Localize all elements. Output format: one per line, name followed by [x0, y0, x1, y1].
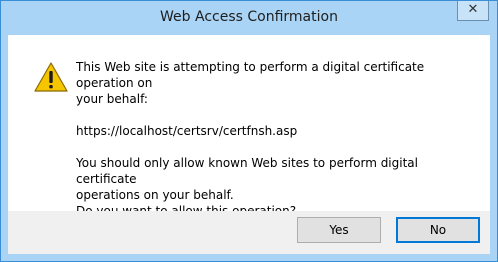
title-bar[interactable]: Web Access Confirmation ✕: [1, 1, 497, 35]
dialog-body: This Web site is attempting to perform a…: [8, 35, 490, 254]
message-line: your behalf:: [76, 92, 148, 106]
message-paragraph-2: You should only allow known Web sites to…: [76, 155, 476, 219]
warning-icon: [34, 62, 68, 92]
message-line: operations on your behalf.: [76, 188, 234, 202]
message-line: This Web site is attempting to perform a…: [76, 60, 425, 90]
site-url: https://localhost/certsrv/certfnsh.asp: [76, 124, 298, 138]
dialog-window: Web Access Confirmation ✕ This Web site …: [0, 0, 498, 262]
no-button[interactable]: No: [396, 217, 480, 243]
yes-button[interactable]: Yes: [297, 217, 381, 243]
message-paragraph-1: This Web site is attempting to perform a…: [76, 59, 476, 107]
window-title: Web Access Confirmation: [160, 9, 338, 25]
message-line: You should only allow known Web sites to…: [76, 156, 418, 186]
close-button[interactable]: ✕: [457, 1, 489, 21]
close-icon: ✕: [467, 2, 479, 17]
message-text: This Web site is attempting to perform a…: [76, 59, 476, 219]
